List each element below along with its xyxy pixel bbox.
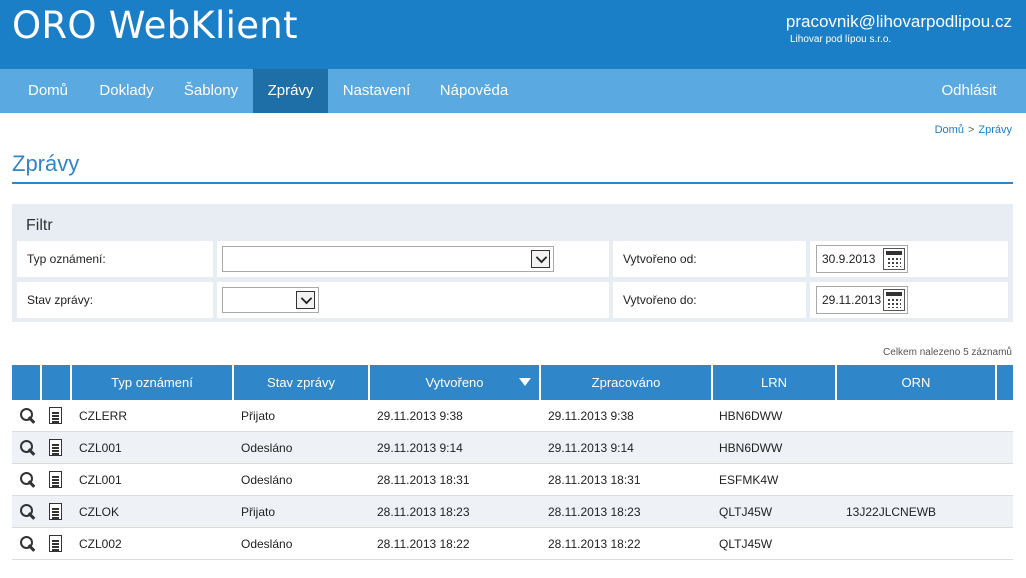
calendar-icon[interactable]: [883, 289, 905, 311]
cell-type: CZL001: [79, 473, 122, 487]
cell-lrn: QLTJ45W: [719, 505, 773, 519]
cell-processed: 29.11.2013 9:14: [548, 441, 634, 455]
cell-type: CZL002: [79, 537, 122, 551]
document-icon[interactable]: [49, 407, 62, 424]
cell-processed: 29.11.2013 9:38: [548, 409, 634, 423]
created-from-label: Vytvořeno od:: [623, 252, 697, 266]
nav-item-nastaveni[interactable]: Nastavení: [328, 69, 425, 113]
type-label: Typ oznámení:: [27, 252, 106, 266]
created-from-field-cell: 30.9.2013: [810, 241, 1008, 277]
magnifier-icon[interactable]: [20, 536, 36, 552]
title-divider: [12, 182, 1013, 184]
created-to-field-cell: 29.11.2013: [810, 282, 1008, 318]
type-label-cell: Typ oznámení:: [17, 241, 213, 277]
cell-lrn: ESFMK4W: [719, 473, 779, 487]
header-type[interactable]: Typ oznámení: [72, 365, 232, 400]
main-nav: Domů Doklady Šablony Zprávy Nastavení Ná…: [0, 69, 1026, 113]
user-company: Lihovar pod lípou s.r.o.: [790, 34, 892, 45]
table-header: Typ oznámení Stav zprávy Vytvořeno Zprac…: [12, 365, 1013, 400]
header-document-column: [42, 365, 70, 400]
cell-type: CZL001: [79, 441, 122, 455]
created-from-value: 30.9.2013: [822, 252, 876, 266]
document-icon[interactable]: [49, 503, 62, 520]
cell-lrn: HBN6DWW: [719, 409, 783, 423]
cell-created: 28.11.2013 18:22: [377, 537, 470, 551]
nav-item-domu[interactable]: Domů: [12, 69, 84, 113]
sort-desc-icon: [519, 378, 531, 386]
filter-title: Filtr: [26, 217, 53, 234]
nav-item-sablony[interactable]: Šablony: [169, 69, 253, 113]
cell-orn: 13J22JLCNEWB: [846, 505, 937, 519]
created-from-label-cell: Vytvořeno od:: [613, 241, 806, 277]
breadcrumb-home[interactable]: Domů: [935, 124, 964, 136]
header-lrn[interactable]: LRN: [713, 365, 835, 400]
cell-lrn: QLTJ45W: [719, 537, 773, 551]
breadcrumb-separator: >: [967, 124, 975, 136]
cell-created: 29.11.2013 9:38: [377, 409, 463, 423]
magnifier-icon[interactable]: [20, 440, 36, 456]
cell-status: Odesláno: [241, 473, 293, 487]
status-field-cell: [217, 282, 609, 318]
cell-status: Přijato: [241, 409, 276, 423]
cell-type: CZLERR: [79, 409, 128, 423]
nav-item-napoveda[interactable]: Nápověda: [425, 69, 523, 113]
cell-status: Přijato: [241, 505, 276, 519]
cell-status: Odesláno: [241, 537, 293, 551]
type-select[interactable]: [222, 246, 554, 272]
created-from-input[interactable]: 30.9.2013: [816, 245, 908, 273]
header-created-label: Vytvořeno: [425, 375, 484, 390]
app-header: ORO WebKlient pracovnik@lihovarpodlipou.…: [0, 0, 1026, 69]
document-icon[interactable]: [49, 535, 62, 552]
status-label: Stav zprávy:: [27, 293, 94, 307]
cell-processed: 28.11.2013 18:22: [548, 537, 641, 551]
created-to-label: Vytvořeno do:: [623, 293, 697, 307]
type-select-value: [223, 252, 227, 266]
header-processed[interactable]: Zpracováno: [541, 365, 711, 400]
status-select-value: [223, 293, 227, 307]
status-label-cell: Stav zprávy:: [17, 282, 213, 318]
header-filler: [997, 365, 1013, 400]
breadcrumb: Domů > Zprávy: [935, 124, 1012, 136]
table-row: CZLERR Přijato 29.11.2013 9:38 29.11.201…: [12, 400, 1013, 432]
calendar-icon[interactable]: [883, 248, 905, 270]
magnifier-icon[interactable]: [20, 504, 36, 520]
header-orn[interactable]: ORN: [837, 365, 995, 400]
cell-processed: 28.11.2013 18:23: [548, 505, 641, 519]
logout-button[interactable]: Odhlásit: [924, 69, 1014, 113]
status-select[interactable]: [222, 287, 319, 313]
created-to-input[interactable]: 29.11.2013: [816, 286, 908, 314]
table-row: CZL001 Odesláno 28.11.2013 18:31 28.11.2…: [12, 464, 1013, 496]
nav-item-doklady[interactable]: Doklady: [84, 69, 169, 113]
cell-created: 28.11.2013 18:23: [377, 505, 470, 519]
header-detail-column: [12, 365, 40, 400]
created-to-value: 29.11.2013: [822, 293, 882, 307]
cell-status: Odesláno: [241, 441, 293, 455]
chevron-down-icon[interactable]: [531, 250, 550, 268]
table-row: CZL001 Odesláno 29.11.2013 9:14 29.11.20…: [12, 432, 1013, 464]
document-icon[interactable]: [49, 439, 62, 456]
breadcrumb-current[interactable]: Zprávy: [978, 124, 1012, 136]
cell-created: 29.11.2013 9:14: [377, 441, 463, 455]
table-row: CZLOK Přijato 28.11.2013 18:23 28.11.201…: [12, 496, 1013, 528]
nav-item-zpravy[interactable]: Zprávy: [253, 69, 328, 113]
chevron-down-icon[interactable]: [296, 291, 315, 309]
cell-lrn: HBN6DWW: [719, 441, 783, 455]
magnifier-icon[interactable]: [20, 472, 36, 488]
cell-created: 28.11.2013 18:31: [377, 473, 470, 487]
header-created[interactable]: Vytvořeno: [370, 365, 539, 400]
document-icon[interactable]: [49, 471, 62, 488]
record-count: Celkem nalezeno 5 záznamů: [883, 347, 1012, 358]
header-status[interactable]: Stav zprávy: [234, 365, 368, 400]
created-to-label-cell: Vytvořeno do:: [613, 282, 806, 318]
magnifier-icon[interactable]: [20, 408, 36, 424]
app-title: ORO WebKlient: [12, 4, 298, 47]
type-field-cell: [217, 241, 609, 277]
cell-type: CZLOK: [79, 505, 120, 519]
page-title: Zprávy: [12, 151, 80, 176]
filter-panel: Filtr Typ oznámení: Vytvořeno od: 30.9.2…: [12, 204, 1013, 322]
user-email: pracovnik@lihovarpodlipou.cz: [785, 12, 1012, 31]
cell-processed: 28.11.2013 18:31: [548, 473, 641, 487]
table-row: CZL002 Odesláno 28.11.2013 18:22 28.11.2…: [12, 528, 1013, 560]
